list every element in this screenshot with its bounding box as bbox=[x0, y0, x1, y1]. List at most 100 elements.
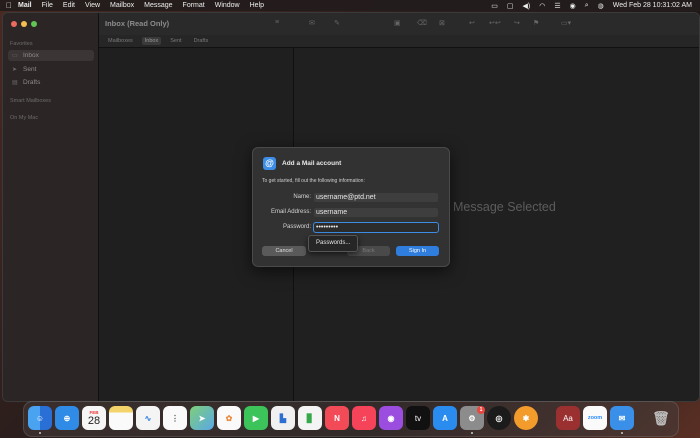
appletv-icon[interactable]: tv bbox=[406, 406, 430, 430]
siri-icon[interactable]: ◍ bbox=[598, 2, 604, 10]
at-sign-icon: @ bbox=[263, 157, 276, 170]
reply-icon[interactable]: ↩ bbox=[469, 19, 475, 27]
facetime-icon[interactable]: ▶ bbox=[244, 406, 268, 430]
spark-icon[interactable]: ✱ bbox=[514, 406, 538, 430]
favorites-bar-inbox[interactable]: Inbox bbox=[141, 37, 162, 45]
menu-message[interactable]: Message bbox=[144, 2, 172, 9]
search-icon[interactable]: ⌕ bbox=[585, 2, 589, 10]
sidebar-item-sent[interactable]: ➤ Sent bbox=[8, 64, 94, 75]
menu-app-name[interactable]: Mail bbox=[18, 2, 32, 9]
menu-window[interactable]: Window bbox=[215, 2, 240, 9]
dictionary-label: Aa bbox=[563, 413, 573, 423]
keynote-icon[interactable]: ▙ bbox=[271, 406, 295, 430]
podcasts-icon[interactable]: ◉ bbox=[379, 406, 403, 430]
volume-icon[interactable]: ◀) bbox=[522, 2, 530, 10]
system-settings-icon[interactable]: ⚙ 1 bbox=[460, 406, 485, 430]
minimize-window-button[interactable] bbox=[21, 21, 27, 27]
paperplane-icon: ➤ bbox=[12, 67, 18, 73]
inbox-icon: ▭ bbox=[12, 53, 18, 59]
freeform-icon[interactable]: ∿ bbox=[136, 406, 160, 430]
menu-bar:  Mail File Edit View Mailbox Message Fo… bbox=[0, 0, 700, 11]
forward-icon[interactable]: ↪ bbox=[514, 19, 520, 27]
menu-help[interactable]: Help bbox=[250, 2, 264, 9]
name-label: Name: bbox=[293, 194, 311, 200]
calendar-icon[interactable]: FEB 28 bbox=[82, 406, 106, 430]
apple-menu-icon[interactable]:  bbox=[0, 1, 18, 10]
running-indicator bbox=[621, 432, 623, 434]
favorites-bar-drafts[interactable]: Drafts bbox=[191, 37, 212, 45]
menu-format[interactable]: Format bbox=[183, 2, 205, 9]
notes-icon[interactable] bbox=[109, 406, 133, 430]
window-controls bbox=[11, 21, 41, 27]
email-field[interactable] bbox=[314, 208, 438, 217]
sidebar-item-label: Drafts bbox=[23, 79, 41, 86]
trash-icon[interactable]: 🗑 bbox=[649, 406, 673, 430]
menu-view[interactable]: View bbox=[85, 2, 100, 9]
junk-icon[interactable]: ⊠ bbox=[439, 19, 445, 27]
numbers-icon[interactable]: ▊ bbox=[298, 406, 322, 430]
sidebar-item-inbox[interactable]: ▭ Inbox bbox=[8, 50, 94, 61]
wifi-icon[interactable]: ◠ bbox=[539, 2, 545, 10]
toolbar: Inbox (Read Only) ≡ ✉ ✎ ▣ ⌫ ⊠ ↩ ↩↩ ↪ ⚑ ▭… bbox=[99, 13, 699, 35]
sidebar-section-favorites[interactable]: Favorites bbox=[10, 41, 33, 47]
sidebar: Favorites ▭ Inbox ➤ Sent ▤ Drafts Smart … bbox=[3, 13, 99, 401]
sidebar-item-label: Inbox bbox=[23, 52, 39, 59]
reminders-icon[interactable]: ⋮ bbox=[163, 406, 187, 430]
archive-icon[interactable]: ▣ bbox=[394, 19, 401, 27]
settings-badge: 1 bbox=[477, 406, 485, 414]
chatgpt-icon[interactable]: ◎ bbox=[487, 406, 511, 430]
user-icon[interactable]: ◉ bbox=[570, 2, 576, 10]
menu-file[interactable]: File bbox=[42, 2, 53, 9]
passwords-autofill-popover[interactable]: Passwords... bbox=[308, 235, 358, 252]
window-title: Inbox (Read Only) bbox=[105, 19, 170, 28]
favorites-bar-mailboxes[interactable]: Mailboxes bbox=[105, 37, 136, 45]
zoom-icon[interactable]: zoom bbox=[583, 406, 607, 430]
sidebar-item-drafts[interactable]: ▤ Drafts bbox=[8, 77, 94, 88]
document-icon: ▤ bbox=[12, 80, 18, 86]
cancel-button[interactable]: Cancel bbox=[262, 246, 306, 256]
zoom-label: zoom bbox=[587, 415, 603, 421]
running-indicator bbox=[39, 432, 41, 434]
sidebar-item-label: Sent bbox=[23, 66, 37, 73]
appletv-label: tv bbox=[414, 413, 422, 423]
screen-mirroring-icon[interactable]: ▭ bbox=[491, 2, 498, 10]
dictionary-icon[interactable]: Aa bbox=[556, 406, 580, 430]
compose-icon[interactable]: ✉ bbox=[309, 19, 315, 27]
close-window-button[interactable] bbox=[11, 21, 17, 27]
news-icon[interactable]: N bbox=[325, 406, 349, 430]
control-center-icon[interactable]: ☰ bbox=[554, 2, 560, 10]
favorites-bar-sent[interactable]: Sent bbox=[167, 37, 184, 45]
finder-icon[interactable]: ☺ bbox=[28, 406, 52, 430]
mail-icon[interactable]: ✉ bbox=[610, 406, 634, 430]
no-message-text: Message Selected bbox=[453, 200, 556, 214]
email-label: Email Address: bbox=[270, 209, 311, 215]
safari-icon[interactable]: ⊕ bbox=[55, 406, 79, 430]
dock: ☺ ⊕ FEB 28 ∿ ⋮ ➤ ✿ ▶ ▙ ▊ N ♫ ◉ tv A ⚙ 1 … bbox=[23, 401, 679, 437]
music-icon[interactable]: ♫ bbox=[352, 406, 376, 430]
filter-icon[interactable]: ≡ bbox=[275, 19, 279, 26]
move-to-icon[interactable]: ▭▾ bbox=[561, 19, 571, 27]
appstore-icon[interactable]: A bbox=[433, 406, 457, 430]
sidebar-section-on-my-mac[interactable]: On My Mac bbox=[10, 115, 38, 121]
maps-icon[interactable]: ➤ bbox=[190, 406, 214, 430]
password-label: Password: bbox=[282, 224, 311, 230]
zoom-window-button[interactable] bbox=[31, 21, 37, 27]
photos-icon[interactable]: ✿ bbox=[217, 406, 241, 430]
calendar-day: 28 bbox=[87, 414, 101, 427]
menu-edit[interactable]: Edit bbox=[63, 2, 75, 9]
reply-all-icon[interactable]: ↩↩ bbox=[489, 19, 501, 27]
favorites-bar: Mailboxes Inbox Sent Drafts bbox=[99, 35, 699, 48]
sign-in-button[interactable]: Sign In bbox=[396, 246, 439, 256]
password-field[interactable] bbox=[313, 222, 439, 233]
flag-icon[interactable]: ⚑ bbox=[533, 19, 539, 27]
dialog-intro: To get started, fill out the following i… bbox=[262, 178, 365, 184]
menu-clock[interactable]: Wed Feb 28 10:31:02 AM bbox=[613, 2, 692, 9]
display-icon[interactable]: ▢ bbox=[507, 2, 514, 10]
running-indicator bbox=[471, 432, 473, 434]
sidebar-section-smart-mailboxes[interactable]: Smart Mailboxes bbox=[10, 98, 51, 104]
dialog-title: Add a Mail account bbox=[282, 160, 342, 167]
trash-toolbar-icon[interactable]: ⌫ bbox=[417, 19, 427, 27]
menu-mailbox[interactable]: Mailbox bbox=[110, 2, 134, 9]
name-field[interactable] bbox=[314, 193, 438, 202]
new-message-icon[interactable]: ✎ bbox=[334, 19, 340, 27]
